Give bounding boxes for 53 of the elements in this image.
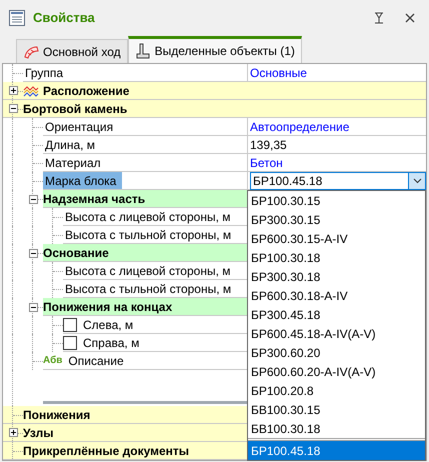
category-label[interactable]: Понижения <box>23 406 90 424</box>
subcategory-label[interactable]: Основание <box>43 244 109 262</box>
dropdown-option[interactable]: БР100.30.15 <box>248 191 425 210</box>
dropdown-option[interactable]: БР100.20.8 <box>248 381 425 400</box>
panel-title: Свойства <box>33 9 96 28</box>
category-label[interactable]: Узлы <box>23 424 54 442</box>
dropdown-option[interactable]: БР300.30.18 <box>248 267 425 286</box>
category-label[interactable]: Прикреплённые документы <box>23 442 190 460</box>
property-label[interactable]: Высота с лицевой стороны, м <box>63 262 236 279</box>
property-label[interactable]: Материал <box>43 154 107 171</box>
dropdown-option[interactable]: БР100.30.18 <box>248 248 425 267</box>
tab[interactable]: Основной ход <box>16 39 128 63</box>
collapse-icon[interactable] <box>8 104 18 113</box>
subcategory-label[interactable]: Надземная часть <box>43 190 146 208</box>
checkbox[interactable] <box>63 336 77 350</box>
expand-icon[interactable] <box>8 86 18 95</box>
dropdown-option[interactable]: БР300.60.20 <box>248 343 425 362</box>
property-label[interactable]: Высота с лицевой стороны, м <box>63 208 236 225</box>
property-label[interactable]: Длина, м <box>43 136 102 153</box>
property-label[interactable]: Справа, м <box>81 334 146 351</box>
property-value[interactable]: Основные <box>250 64 307 82</box>
dropdown-option[interactable]: БР600.45.18-А-IV(А-V) <box>248 324 425 343</box>
property-label[interactable]: Описание <box>66 352 130 369</box>
collapse-icon[interactable] <box>28 302 38 312</box>
dropdown-option[interactable]: БР600.30.18-А-IV <box>248 286 425 305</box>
dropdown-option[interactable]: БР300.30.15 <box>248 210 425 229</box>
collapse-icon[interactable] <box>28 248 38 258</box>
lines-icon <box>23 84 39 96</box>
dropdown-option[interactable]: БР600.30.15-А-IV <box>248 229 425 248</box>
chevron-down-icon[interactable] <box>408 172 425 188</box>
curb-icon <box>23 44 39 58</box>
close-icon[interactable] <box>405 13 415 23</box>
dropdown-option[interactable]: БВ100.30.15 <box>248 400 425 419</box>
property-label[interactable]: Высота с тыльной стороны, м <box>63 280 238 297</box>
tab[interactable]: Выделенные объекты (1) <box>128 36 302 63</box>
collapse-icon[interactable] <box>28 194 38 204</box>
checkbox[interactable] <box>63 318 77 332</box>
property-label[interactable]: Группа <box>23 64 70 81</box>
dropdown-option[interactable]: БР600.60.20-А-IV(А-V) <box>248 362 425 381</box>
property-value[interactable]: Бетон <box>250 154 283 172</box>
properties-icon <box>9 10 25 26</box>
dropdown-option[interactable]: БР300.45.18 <box>248 305 425 324</box>
expand-icon[interactable] <box>8 428 18 437</box>
dropdown-field[interactable]: БР100.45.18 <box>250 172 426 190</box>
property-label[interactable]: Слева, м <box>81 316 140 333</box>
block-icon <box>134 43 151 59</box>
property-value[interactable]: Автоопределение <box>250 118 350 136</box>
property-value[interactable]: 139,35 <box>250 136 287 154</box>
dropdown-option[interactable]: БР100.45.18 <box>248 441 425 460</box>
property-label[interactable]: Ориентация <box>43 118 120 135</box>
property-label[interactable]: Марка блока <box>43 172 122 189</box>
dropdown-option[interactable]: БВ100.30.18 <box>248 419 425 438</box>
property-label[interactable]: Высота с тыльной стороны, м <box>63 226 238 243</box>
